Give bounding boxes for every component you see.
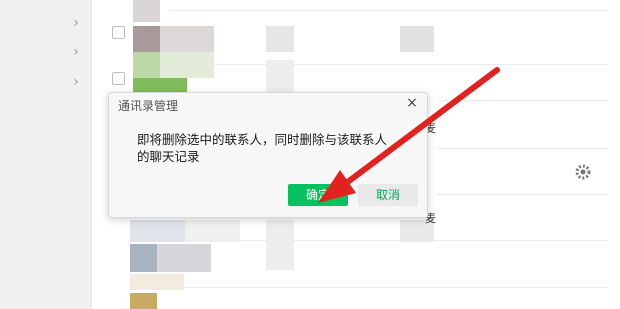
blurred-name bbox=[160, 26, 214, 52]
close-icon[interactable]: × bbox=[405, 95, 419, 111]
settings-icon[interactable] bbox=[574, 163, 592, 181]
chevron-right-icon[interactable]: › bbox=[70, 75, 82, 89]
blurred-name bbox=[160, 52, 214, 78]
blurred-avatar bbox=[133, 26, 160, 52]
blurred-name bbox=[266, 26, 294, 52]
contact-columns bbox=[437, 0, 620, 309]
blurred-name bbox=[400, 26, 434, 52]
dialog-message-line: 即将删除选中的联系人，同时删除与该联系人 bbox=[137, 132, 388, 147]
blurred-name bbox=[266, 220, 294, 270]
blurred-avatar bbox=[133, 52, 160, 78]
chevron-right-icon[interactable]: › bbox=[70, 16, 82, 30]
blurred-avatar bbox=[133, 78, 187, 92]
dialog-title: 通讯录管理 bbox=[118, 99, 179, 113]
manage-contacts-dialog: 通讯录管理 × 即将删除选中的联系人，同时删除与该联系人 的聊天记录 确定 取消 bbox=[108, 92, 428, 218]
blurred-name bbox=[185, 220, 240, 242]
cancel-button[interactable]: 取消 bbox=[358, 184, 418, 206]
confirm-button[interactable]: 确定 bbox=[288, 184, 348, 206]
blurred-avatar bbox=[130, 293, 157, 309]
blurred-name bbox=[157, 244, 211, 272]
blurred-avatar bbox=[130, 220, 185, 242]
row-checkbox[interactable] bbox=[112, 72, 125, 85]
sidebar: › › › bbox=[0, 0, 92, 309]
chevron-right-icon[interactable]: › bbox=[70, 45, 82, 59]
blurred-name bbox=[266, 60, 294, 92]
row-checkbox[interactable] bbox=[112, 26, 125, 39]
blurred-avatar bbox=[130, 244, 157, 272]
dialog-message: 即将删除选中的联系人，同时删除与该联系人 的聊天记录 bbox=[137, 131, 399, 165]
blurred-avatar bbox=[133, 0, 160, 22]
dialog-message-line: 的聊天记录 bbox=[137, 149, 200, 164]
blurred-avatar bbox=[130, 274, 184, 290]
